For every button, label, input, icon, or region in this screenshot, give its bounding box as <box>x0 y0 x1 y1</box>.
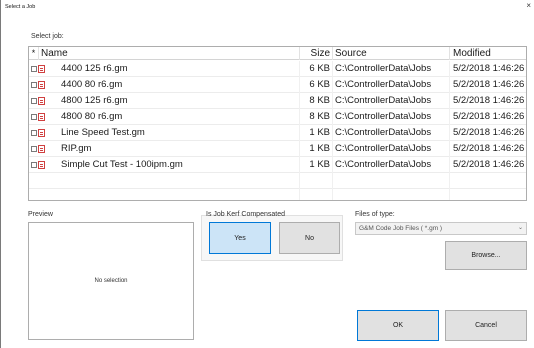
row-modified: 5/2/2018 1:46:26 PM <box>450 109 526 125</box>
header-size[interactable]: Size <box>300 47 333 60</box>
row-name: 4800 80 r6.gm <box>61 109 300 125</box>
row-source: C:\ControllerData\Jobs <box>333 77 450 93</box>
header-modified[interactable]: Modified <box>450 47 526 60</box>
row-modified: 5/2/2018 1:46:26 PM <box>450 125 526 141</box>
row-modified: 5/2/2018 1:46:26 PM <box>450 77 526 93</box>
row-size: 1 KB <box>300 141 333 157</box>
table-row[interactable]: Line Speed Test.gm 1 KB C:\ControllerDat… <box>29 125 526 141</box>
file-icon <box>38 112 45 121</box>
file-icon <box>38 64 45 73</box>
file-icon <box>38 80 45 89</box>
preview-pane: No selection <box>28 222 194 340</box>
row-checkbox[interactable] <box>31 65 37 72</box>
row-source: C:\ControllerData\Jobs <box>333 157 450 173</box>
close-icon[interactable]: × <box>526 2 531 10</box>
file-icon <box>38 96 45 105</box>
file-icon <box>38 128 45 137</box>
files-of-type-label: Files of type: <box>355 211 395 218</box>
row-checkbox[interactable] <box>31 81 37 88</box>
kerf-no-button[interactable]: No <box>279 222 340 254</box>
row-source: C:\ControllerData\Jobs <box>333 125 450 141</box>
files-of-type-select[interactable]: G&M Code Job Files ( *.gm ) ⌄ <box>355 222 527 235</box>
row-name: 4400 125 r6.gm <box>61 61 300 77</box>
preview-label: Preview <box>28 211 53 218</box>
job-table[interactable]: * Name Size Source Modified 4400 125 r6.… <box>28 46 527 201</box>
row-source: C:\ControllerData\Jobs <box>333 109 450 125</box>
table-row[interactable]: 4400 125 r6.gm 6 KB C:\ControllerData\Jo… <box>29 61 526 77</box>
row-source: C:\ControllerData\Jobs <box>333 93 450 109</box>
row-size: 8 KB <box>300 109 333 125</box>
chevron-down-icon: ⌄ <box>517 225 523 231</box>
row-size: 8 KB <box>300 93 333 109</box>
table-rows: 4400 125 r6.gm 6 KB C:\ControllerData\Jo… <box>29 61 526 200</box>
header-source[interactable]: Source <box>333 47 450 60</box>
row-modified: 5/2/2018 1:46:26 PM <box>450 61 526 77</box>
row-name: RIP.gm <box>61 141 300 157</box>
select-job-dialog: Select a Job × Select job: * Name Size S… <box>0 0 534 348</box>
row-name: Simple Cut Test - 100ipm.gm <box>61 157 300 173</box>
header-star[interactable]: * <box>29 47 39 60</box>
table-row[interactable]: 4800 125 r6.gm 8 KB C:\ControllerData\Jo… <box>29 93 526 109</box>
ok-button[interactable]: OK <box>357 310 439 341</box>
window-title: Select a Job <box>5 4 36 10</box>
select-job-label: Select job: <box>31 33 64 40</box>
kerf-label: Is Job Kerf Compensated <box>206 211 285 218</box>
table-row[interactable]: RIP.gm 1 KB C:\ControllerData\Jobs 5/2/2… <box>29 141 526 157</box>
row-checkbox[interactable] <box>31 129 37 136</box>
row-size: 1 KB <box>300 157 333 173</box>
table-header: * Name Size Source Modified <box>29 47 526 60</box>
row-name: Line Speed Test.gm <box>61 125 300 141</box>
row-modified: 5/2/2018 1:46:26 PM <box>450 93 526 109</box>
file-icon <box>38 144 45 153</box>
browse-button[interactable]: Browse... <box>445 241 527 270</box>
table-row[interactable]: 4400 80 r6.gm 6 KB C:\ControllerData\Job… <box>29 77 526 93</box>
row-name: 4800 125 r6.gm <box>61 93 300 109</box>
row-source: C:\ControllerData\Jobs <box>333 61 450 77</box>
table-row[interactable]: Simple Cut Test - 100ipm.gm 1 KB C:\Cont… <box>29 157 526 173</box>
row-checkbox[interactable] <box>31 161 37 168</box>
files-of-type-value: G&M Code Job Files ( *.gm ) <box>359 225 443 232</box>
kerf-yes-button[interactable]: Yes <box>209 222 271 254</box>
empty-row <box>29 173 526 189</box>
row-checkbox[interactable] <box>31 113 37 120</box>
row-modified: 5/2/2018 1:46:26 PM <box>450 157 526 173</box>
row-size: 1 KB <box>300 125 333 141</box>
file-icon <box>38 160 45 169</box>
row-checkbox[interactable] <box>31 97 37 104</box>
row-checkbox[interactable] <box>31 145 37 152</box>
empty-row <box>29 189 526 200</box>
row-modified: 5/2/2018 1:46:26 PM <box>450 141 526 157</box>
table-row[interactable]: 4800 80 r6.gm 8 KB C:\ControllerData\Job… <box>29 109 526 125</box>
row-size: 6 KB <box>300 77 333 93</box>
row-name: 4400 80 r6.gm <box>61 77 300 93</box>
cancel-button[interactable]: Cancel <box>445 310 527 341</box>
header-name[interactable]: Name <box>39 47 300 60</box>
no-selection-text: No selection <box>94 278 128 284</box>
row-source: C:\ControllerData\Jobs <box>333 141 450 157</box>
row-size: 6 KB <box>300 61 333 77</box>
